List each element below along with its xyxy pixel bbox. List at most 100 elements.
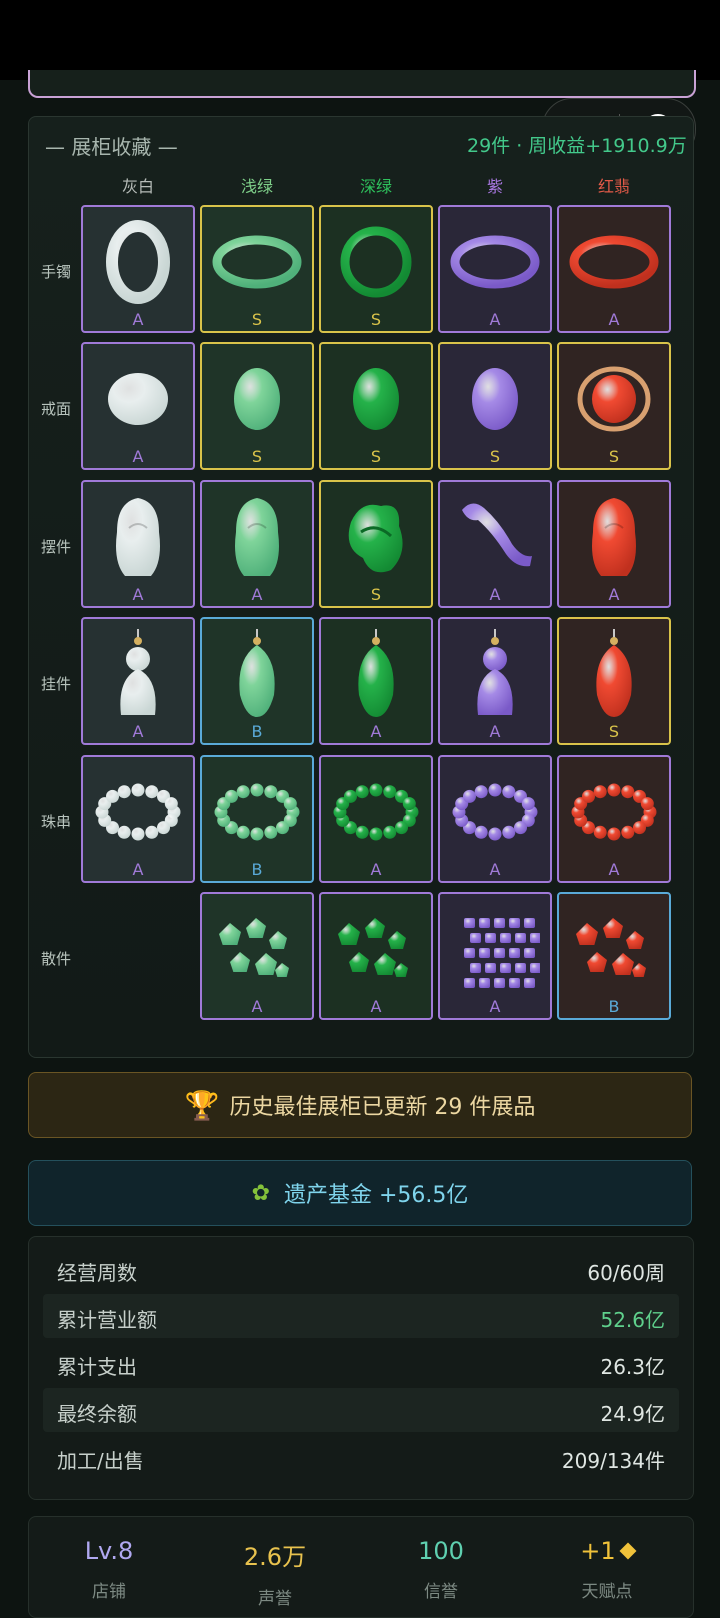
cabinet-slot-pendant[interactable]: S bbox=[557, 617, 671, 745]
cabinet-slot-pendant[interactable]: A bbox=[81, 617, 195, 745]
cabinet-slot-pendant[interactable]: A bbox=[438, 617, 552, 745]
cabinet-slot-ornament[interactable]: A bbox=[438, 480, 552, 608]
cabinet-slot-ornament[interactable]: A bbox=[200, 480, 314, 608]
grade-label: S bbox=[608, 447, 620, 466]
grade-label: A bbox=[132, 722, 144, 741]
column-header: 红翡 bbox=[597, 177, 630, 196]
grade-label: A bbox=[489, 722, 501, 741]
reputation: 2.6万 声誉 bbox=[205, 1537, 345, 1609]
ornament-icon bbox=[212, 492, 302, 586]
cabinet-slot-ring-stone[interactable]: S bbox=[438, 342, 552, 470]
summary-row: 加工/出售 209/134件 bbox=[43, 1435, 679, 1479]
loose-stones-icon bbox=[569, 904, 659, 998]
cabinet-slot-bangle[interactable]: S bbox=[200, 205, 314, 333]
row-label: 挂件 bbox=[41, 675, 72, 693]
trophy-icon: 🏆 bbox=[184, 1088, 220, 1122]
cabinet-slot-bangle[interactable]: S bbox=[319, 205, 433, 333]
summary-row: 累计营业额 52.6亿 bbox=[43, 1294, 679, 1338]
cabinet-slot-bead-bracelet[interactable]: A bbox=[81, 755, 195, 883]
loose-stones-icon bbox=[212, 904, 302, 998]
row-label: 手镯 bbox=[41, 263, 72, 281]
cabinet-slot-ornament[interactable]: A bbox=[81, 480, 195, 608]
summary-key: 最终余额 bbox=[57, 1402, 137, 1426]
cabinet-slot-bangle[interactable]: A bbox=[81, 205, 195, 333]
level-bar: Lv.8 店铺 2.6万 声誉 100 信誉 +1 天赋点 bbox=[28, 1516, 694, 1618]
shop-level-value: Lv.8 bbox=[84, 1537, 134, 1565]
cabinet-slot-bead-bracelet[interactable]: B bbox=[200, 755, 314, 883]
pendant-icon bbox=[331, 629, 421, 723]
ring-stone-icon bbox=[331, 354, 421, 448]
cabinet-slot-ornament[interactable]: S bbox=[319, 480, 433, 608]
column-header: 浅绿 bbox=[240, 177, 273, 196]
cabinet-slot-bead-bracelet[interactable]: A bbox=[557, 755, 671, 883]
summary-key: 累计支出 bbox=[57, 1355, 137, 1379]
cabinet-slot-ring-stone[interactable]: S bbox=[200, 342, 314, 470]
grade-label: A bbox=[489, 997, 501, 1016]
summary-value: 52.6亿 bbox=[600, 1308, 665, 1332]
display-cabinet-panel: — 展柜收藏 — 29件 · 周收益+1910.9万 灰白 浅绿 深绿 紫 红翡 手镯 A S… bbox=[28, 116, 694, 1058]
cabinet-slot-bead-bracelet[interactable]: A bbox=[438, 755, 552, 883]
grade-label: A bbox=[608, 860, 620, 879]
ring-stone-icon bbox=[450, 354, 540, 448]
summary-value: 26.3亿 bbox=[600, 1355, 665, 1379]
grade-label: A bbox=[251, 585, 263, 604]
bead-bracelet-icon bbox=[93, 767, 183, 861]
bangle-icon bbox=[331, 217, 421, 311]
grade-label: A bbox=[608, 585, 620, 604]
bangle-icon bbox=[450, 217, 540, 311]
reputation-label: 声誉 bbox=[258, 1589, 292, 1609]
talent-points: +1 天赋点 bbox=[537, 1537, 677, 1602]
cabinet-slot-pendant[interactable]: A bbox=[319, 617, 433, 745]
grade-label: B bbox=[608, 997, 620, 1016]
ornament-icon bbox=[569, 492, 659, 586]
cabinet-slot-loose-stones[interactable]: A bbox=[438, 892, 552, 1020]
cabinet-slot-bangle[interactable]: A bbox=[557, 205, 671, 333]
talent-points-value: +1 bbox=[580, 1537, 616, 1565]
legacy-fund-text: 遗产基金 +56.5亿 bbox=[284, 1183, 469, 1208]
summary-key: 加工/出售 bbox=[57, 1449, 144, 1473]
status-bar bbox=[0, 0, 720, 80]
grade-label: A bbox=[251, 997, 263, 1016]
legacy-fund-banner: ✿ 遗产基金 +56.5亿 bbox=[28, 1160, 692, 1226]
cabinet-slot-bangle[interactable]: A bbox=[438, 205, 552, 333]
grade-label: S bbox=[251, 310, 263, 329]
cabinet-slot-loose-stones[interactable]: A bbox=[319, 892, 433, 1020]
grade-label: A bbox=[370, 860, 382, 879]
bangle-icon bbox=[212, 217, 302, 311]
summary-key: 经营周数 bbox=[57, 1261, 137, 1285]
grade-label: S bbox=[608, 722, 620, 741]
ring-stone-icon bbox=[93, 354, 183, 448]
bead-bracelet-icon bbox=[331, 767, 421, 861]
cabinet-slot-ring-stone[interactable]: S bbox=[319, 342, 433, 470]
cabinet-slot-ring-stone[interactable]: A bbox=[81, 342, 195, 470]
credit-value: 100 bbox=[418, 1537, 464, 1565]
grade-label: A bbox=[132, 860, 144, 879]
pendant-icon bbox=[212, 629, 302, 723]
summary-row: 经营周数 60/60周 bbox=[43, 1247, 679, 1291]
cabinet-slot-ornament[interactable]: A bbox=[557, 480, 671, 608]
talent-points-label: 天赋点 bbox=[581, 1582, 633, 1602]
row-label: 摆件 bbox=[41, 538, 72, 556]
grade-label: A bbox=[489, 860, 501, 879]
row-label: 珠串 bbox=[41, 813, 72, 831]
bead-bracelet-icon bbox=[450, 767, 540, 861]
row-label: 散件 bbox=[41, 950, 72, 968]
cabinet-slot-loose-stones[interactable]: A bbox=[200, 892, 314, 1020]
cabinet-slot-loose-stones[interactable]: B bbox=[557, 892, 671, 1020]
cabinet-slot-pendant[interactable]: B bbox=[200, 617, 314, 745]
summary-row: 最终余额 24.9亿 bbox=[43, 1388, 679, 1432]
pendant-icon bbox=[569, 629, 659, 723]
summary-value: 60/60周 bbox=[587, 1261, 665, 1285]
loose-stones-icon bbox=[331, 904, 421, 998]
grade-label: A bbox=[608, 310, 620, 329]
column-header: 灰白 bbox=[121, 177, 154, 196]
row-label: 戒面 bbox=[41, 400, 72, 418]
cabinet-slot-ring-stone[interactable]: S bbox=[557, 342, 671, 470]
cabinet-slot-bead-bracelet[interactable]: A bbox=[319, 755, 433, 883]
grade-label: A bbox=[370, 997, 382, 1016]
grade-label: S bbox=[370, 447, 382, 466]
credit: 100 信誉 bbox=[371, 1537, 511, 1602]
loose-stones-icon bbox=[450, 904, 541, 998]
grade-label: B bbox=[251, 860, 263, 879]
pendant-icon bbox=[93, 629, 183, 723]
